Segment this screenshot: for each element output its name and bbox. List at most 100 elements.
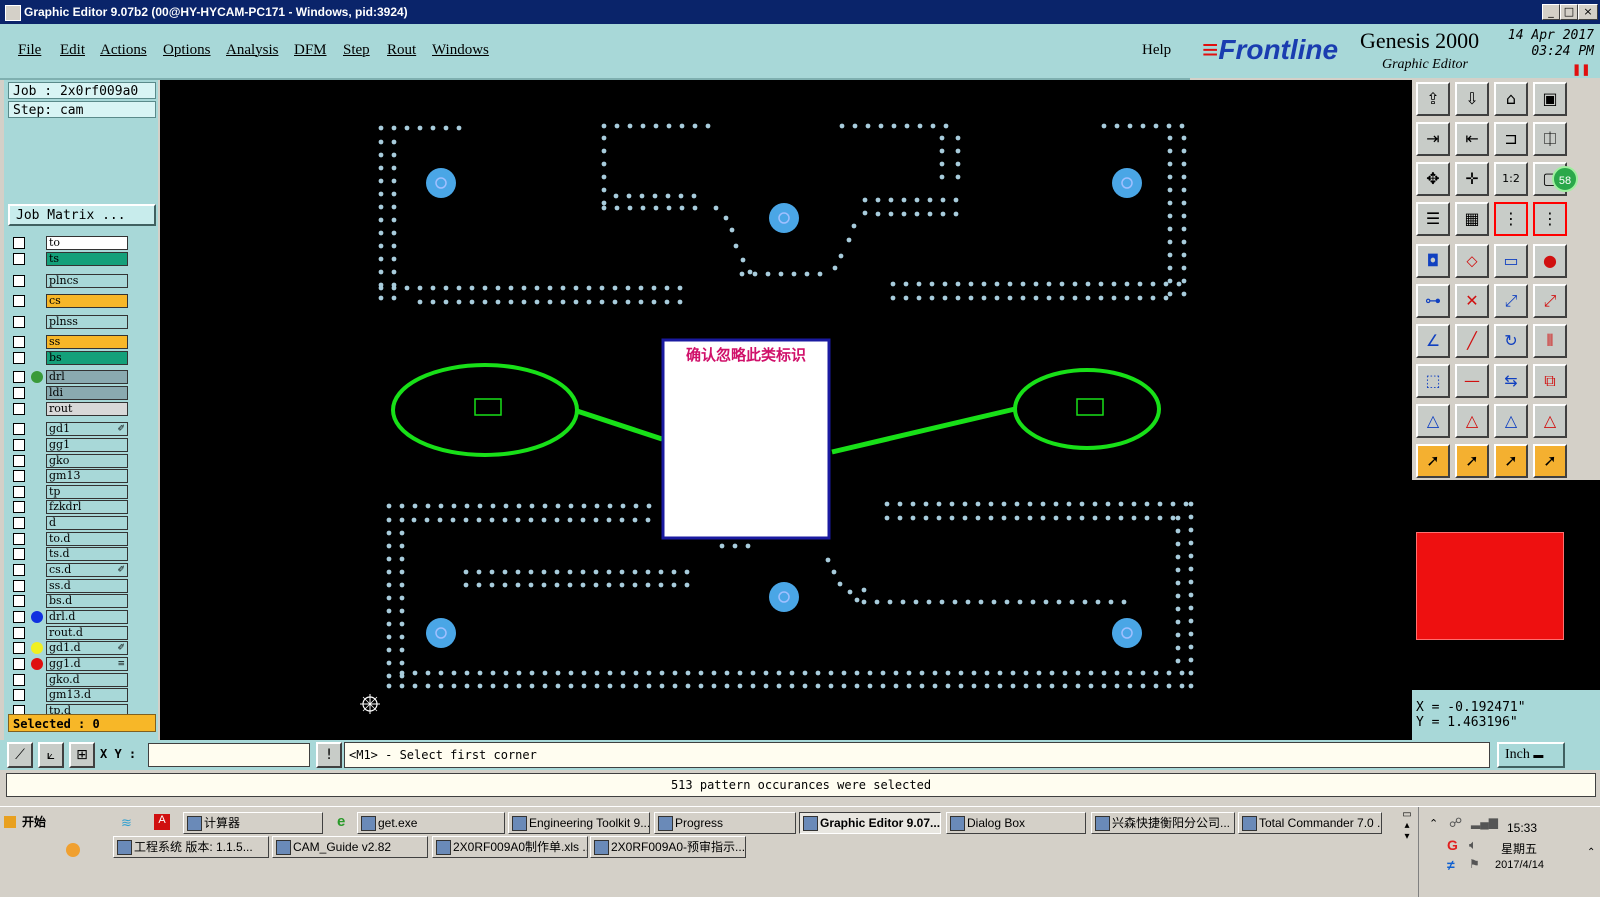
menu-options[interactable]: Options — [163, 42, 211, 59]
tool-button[interactable]: ➚ — [1455, 444, 1489, 478]
layer-checkbox[interactable] — [13, 275, 25, 287]
layer-checkbox[interactable] — [13, 595, 25, 607]
signal-icon[interactable]: ▂▄▆ — [1471, 815, 1498, 829]
tool-button[interactable]: ⇩ — [1455, 82, 1489, 116]
taskbar-item[interactable]: 计算器 — [183, 812, 323, 834]
layer-row-to-d[interactable]: to.d — [10, 532, 134, 546]
menu-rout[interactable]: Rout — [387, 42, 416, 59]
close-button[interactable]: × — [1578, 4, 1598, 20]
grid-icon[interactable]: ⊞ — [69, 742, 95, 768]
tool-button[interactable]: ⊐ — [1494, 122, 1528, 156]
taskbar-item[interactable]: Graphic Editor 9.07... — [799, 812, 941, 834]
menu-file[interactable]: File — [18, 42, 41, 59]
tool-button[interactable]: ⇪ — [1416, 82, 1450, 116]
layer-name[interactable]: drl — [46, 370, 128, 384]
snap-icon[interactable]: ⟋ — [7, 742, 33, 768]
tool-button[interactable]: ➚ — [1416, 444, 1450, 478]
layer-name[interactable]: fzkdrl — [46, 500, 128, 514]
layer-name[interactable]: ts — [46, 252, 128, 266]
layer-checkbox[interactable] — [13, 371, 25, 383]
layer-name[interactable]: gm13.d — [46, 688, 128, 702]
graphic-canvas[interactable]: 确认忽略此类标识 — [160, 80, 1412, 740]
taskbar-item[interactable]: get.exe — [357, 812, 505, 834]
layer-checkbox[interactable] — [13, 403, 25, 415]
board-overview-map[interactable] — [1416, 532, 1564, 640]
layer-row-gko-d[interactable]: gko.d — [10, 673, 134, 687]
layer-row-gm13-d[interactable]: gm13.d — [10, 688, 134, 702]
layer-checkbox[interactable] — [13, 455, 25, 467]
layer-row-to[interactable]: to — [10, 236, 134, 250]
layer-row-cs[interactable]: cs — [10, 294, 134, 308]
tool-button[interactable]: ▣ — [1533, 82, 1567, 116]
tool-button[interactable]: ⬦ — [1455, 244, 1489, 278]
layer-checkbox[interactable] — [13, 533, 25, 545]
tool-button[interactable]: ⬚ — [1416, 364, 1450, 398]
taskbar-item[interactable]: Progress — [654, 812, 796, 834]
layer-checkbox[interactable] — [13, 611, 25, 623]
tool-button[interactable]: △ — [1533, 404, 1567, 438]
tool-button[interactable]: ✕ — [1455, 284, 1489, 318]
layer-checkbox[interactable] — [13, 689, 25, 701]
taskbar-item[interactable]: Engineering Toolkit 9.... — [508, 812, 650, 834]
layer-name[interactable]: gg1 — [46, 438, 128, 452]
layer-name[interactable]: ts.d — [46, 547, 128, 561]
layer-row-fzkdrl[interactable]: fzkdrl — [10, 500, 134, 514]
layer-row-ss[interactable]: ss — [10, 335, 134, 349]
show-desktop-icon[interactable]: ⌃ — [1587, 847, 1595, 858]
layer-checkbox[interactable] — [13, 658, 25, 670]
taskbar-item[interactable]: CAM_Guide v2.82 — [272, 836, 428, 858]
tool-button[interactable]: ⌂ — [1494, 82, 1528, 116]
layer-row-drl-d[interactable]: drl.d — [10, 610, 134, 624]
tool-button[interactable]: ➚ — [1533, 444, 1567, 478]
volume-icon[interactable]: 🔈︎ — [1469, 837, 1477, 853]
layer-checkbox[interactable] — [13, 352, 25, 364]
layer-row-ss-d[interactable]: ss.d — [10, 579, 134, 593]
layer-row-gd1[interactable]: gd1 ✐ — [10, 422, 134, 436]
taskbar-item[interactable]: 2X0RF009A0制作单.xls ... — [432, 836, 588, 858]
menu-windows[interactable]: Windows — [432, 42, 489, 59]
layer-name[interactable]: ss.d — [46, 579, 128, 593]
tool-button[interactable]: ⇥ — [1416, 122, 1450, 156]
layer-checkbox[interactable] — [13, 580, 25, 592]
tool-button[interactable]: △ — [1455, 404, 1489, 438]
layer-checkbox[interactable] — [13, 627, 25, 639]
tool-button[interactable]: ☰ — [1416, 202, 1450, 236]
tool-button[interactable]: ⎅ — [1533, 122, 1567, 156]
layer-row-ldi[interactable]: ldi — [10, 386, 134, 400]
layer-name[interactable]: to.d — [46, 532, 128, 546]
layer-checkbox[interactable] — [13, 423, 25, 435]
colors-icon[interactable] — [66, 843, 80, 857]
input-method-icon[interactable]: ≠ — [1447, 857, 1455, 873]
layer-row-bs-d[interactable]: bs.d — [10, 594, 134, 608]
layer-row-gg1-d[interactable]: gg1.d ≡ — [10, 657, 134, 671]
layer-name[interactable]: d — [46, 516, 128, 530]
layer-name[interactable]: gd1.d ✐ — [46, 641, 128, 655]
layer-name[interactable]: tp — [46, 485, 128, 499]
minimize-button[interactable]: _ — [1542, 4, 1560, 20]
tool-button[interactable]: ⤢ — [1494, 284, 1528, 318]
layer-checkbox[interactable] — [13, 237, 25, 249]
tool-button[interactable]: ⊶ — [1416, 284, 1450, 318]
layer-name[interactable]: ss — [46, 335, 128, 349]
layer-name[interactable]: rout.d — [46, 626, 128, 640]
layer-name[interactable]: gko — [46, 454, 128, 468]
layer-name[interactable]: bs — [46, 351, 128, 365]
layer-checkbox[interactable] — [13, 470, 25, 482]
layer-name[interactable]: plncs — [46, 274, 128, 288]
layer-checkbox[interactable] — [13, 517, 25, 529]
layer-name[interactable]: gd1 ✐ — [46, 422, 128, 436]
layer-checkbox[interactable] — [13, 564, 25, 576]
tool-button[interactable]: ⋮ — [1494, 202, 1528, 236]
tool-button[interactable]: ▦ — [1455, 202, 1489, 236]
notification-badge[interactable]: 58 — [1552, 166, 1578, 192]
layer-row-ts-d[interactable]: ts.d — [10, 547, 134, 561]
pcb-view[interactable]: 确认忽略此类标识 — [160, 80, 1412, 740]
tool-button[interactable]: ✥ — [1416, 162, 1450, 196]
flag-icon[interactable]: ⚑ — [1469, 857, 1480, 871]
tool-button[interactable]: ⇤ — [1455, 122, 1489, 156]
tray-expand-icon[interactable]: ⌃ — [1429, 817, 1438, 830]
tool-button[interactable]: △ — [1416, 404, 1450, 438]
layer-row-gko[interactable]: gko — [10, 454, 134, 468]
layer-name[interactable]: gko.d — [46, 673, 128, 687]
layer-checkbox[interactable] — [13, 642, 25, 654]
